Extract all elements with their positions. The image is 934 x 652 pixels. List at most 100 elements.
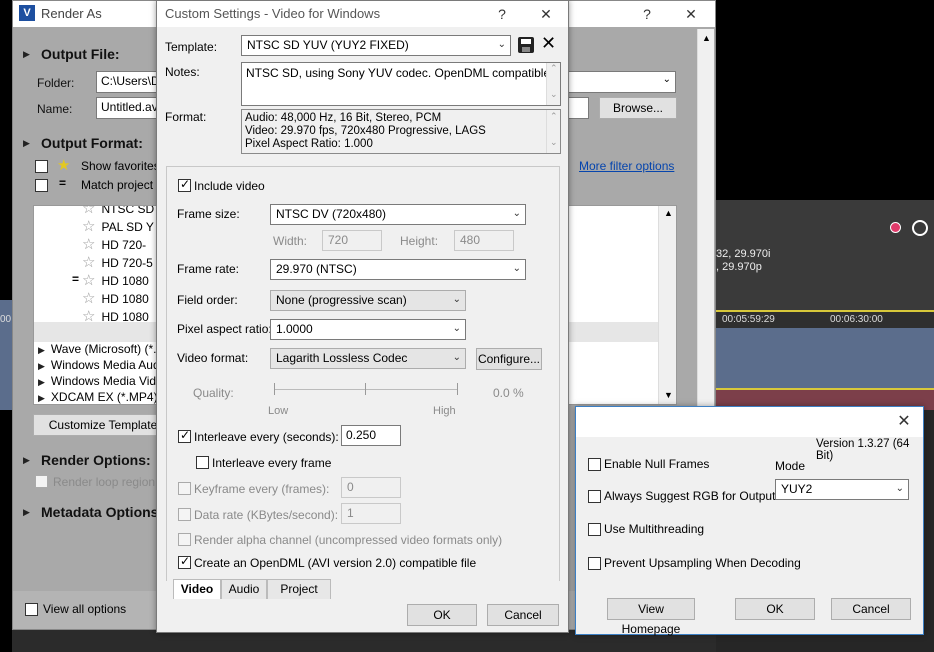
keyframe-input[interactable]: 0 [341,477,401,498]
always-rgb-checkbox[interactable] [588,490,601,503]
cancel-button[interactable]: Cancel [487,604,559,626]
cancel-button[interactable]: Cancel [831,598,911,620]
version-label: Version 1.3.27 (64 Bit) [816,438,910,462]
list-item-label: HD 720- [101,238,147,252]
tab-video[interactable]: Video [173,579,221,599]
render-loop-region-checkbox[interactable] [35,475,48,488]
list-item[interactable]: ☆ HD 720-5 [82,254,153,272]
format-group-item[interactable]: ▶ XDCAM EX (*.MP4) [38,388,158,404]
multithreading-checkbox[interactable] [588,523,601,536]
scroll-up-icon[interactable]: ▲ [702,33,711,43]
format-audio-line: Audio: 48,000 Hz, 16 Bit, Stereo, PCM [245,112,442,124]
list-scrollbar[interactable]: ▲ ▼ [658,206,676,404]
show-favorites-checkbox[interactable] [35,160,48,173]
list-item[interactable]: ☆ NTSC SD [82,206,154,218]
frame-rate-label: Frame rate: [177,262,240,276]
width-input[interactable]: 720 [322,230,382,251]
delete-template-icon[interactable]: ✕ [541,33,556,54]
expand-triangle-icon[interactable]: ▶ [38,361,45,371]
opendml-checkbox[interactable] [178,554,191,569]
expand-triangle-icon[interactable]: ▶ [23,507,30,518]
close-button[interactable]: ✕ [526,3,566,25]
scroll-up-icon[interactable]: ▲ [664,208,673,218]
render-alpha-checkbox[interactable] [178,533,191,546]
browse-button[interactable]: Browse... [599,97,677,119]
view-all-options-checkbox[interactable] [25,603,38,616]
chevron-down-icon: ⌄ [452,352,461,363]
field-order-label: Field order: [177,293,238,307]
chevron-down-icon[interactable]: ⌄ [663,74,671,85]
list-item[interactable]: ☆ HD 1080 [82,290,149,308]
expand-triangle-icon[interactable]: ▶ [38,377,45,387]
interleave-checkbox[interactable] [178,428,191,443]
ok-button[interactable]: OK [735,598,815,620]
expand-triangle-icon[interactable]: ▶ [23,49,30,60]
custom-settings-titlebar: Custom Settings - Video for Windows ? ✕ [157,1,568,27]
scroll-down-icon[interactable]: ▼ [664,390,673,400]
notes-textarea[interactable]: NTSC SD, using Sony YUV codec. OpenDML c… [241,62,561,106]
more-filter-options-link[interactable]: More filter options [579,159,674,173]
data-rate-label: Data rate (KBytes/second): [194,508,339,522]
expand-triangle-icon[interactable]: ▶ [23,455,30,466]
frame-rate-dropdown[interactable]: 29.970 (NTSC) ⌄ [270,259,526,280]
mode-dropdown[interactable]: YUY2 ⌄ [775,479,909,500]
data-rate-input[interactable]: 1 [341,503,401,524]
vegas-app-icon: V [19,5,35,21]
format-scrollbar[interactable]: ⌃ ⌄ [546,110,560,153]
prevent-upsampling-checkbox[interactable] [588,557,601,570]
list-item[interactable]: ☆ PAL SD Y [82,218,154,236]
list-item[interactable]: ☆ HD 1080 [82,272,149,290]
quality-slider[interactable] [274,389,458,390]
expand-triangle-icon[interactable]: ▶ [23,138,30,149]
power-icon[interactable] [912,220,928,236]
notes-scrollbar[interactable]: ⌃ ⌄ [546,63,560,105]
interleave-label: Interleave every (seconds): [194,430,339,444]
keyframe-checkbox[interactable] [178,482,191,495]
help-button[interactable]: ? [482,3,522,25]
template-dropdown[interactable]: NTSC SD YUV (YUY2 FIXED) ⌄ [241,35,511,56]
interleave-input[interactable]: 0.250 [341,425,401,446]
list-item-label: HD 1080 [101,274,149,288]
field-order-dropdown[interactable]: None (progressive scan) ⌄ [270,290,466,311]
ok-button[interactable]: OK [407,604,477,626]
interleave-frame-checkbox[interactable] [196,456,209,469]
star-icon[interactable]: ☆ [82,218,95,235]
height-input[interactable]: 480 [454,230,514,251]
record-icon[interactable] [890,222,901,233]
quality-low-label: Low [268,405,289,417]
enable-null-frames-checkbox[interactable] [588,458,601,471]
render-options-heading: Render Options: [41,452,151,468]
help-button[interactable]: ? [627,3,667,25]
list-item[interactable]: ☆ HD 720- [82,236,146,254]
timeline-ruler[interactable]: 00:05:59:29 00:06:30:00 [716,312,934,328]
close-button[interactable]: ✕ [671,3,711,25]
star-icon[interactable]: ☆ [82,236,95,253]
pixel-aspect-ratio-dropdown[interactable]: 1.0000 ⌄ [270,319,466,340]
view-homepage-button[interactable]: View Homepage [607,598,695,636]
star-icon: ★ [57,157,71,174]
configure-button[interactable]: Configure... [476,348,542,370]
match-project-checkbox[interactable] [35,179,48,192]
video-track[interactable] [716,328,934,390]
include-video-checkbox[interactable] [178,177,191,192]
expand-triangle-icon[interactable]: ▶ [38,393,45,403]
tab-project[interactable]: Project [267,579,331,599]
customize-template-button[interactable]: Customize Template [33,414,173,436]
expand-triangle-icon[interactable]: ▶ [38,345,45,355]
close-button[interactable]: ✕ [888,411,920,433]
data-rate-checkbox[interactable] [178,508,191,521]
format-group-label: Wave (Microsoft) (*. [50,342,157,356]
tab-audio[interactable]: Audio [221,579,267,599]
multithreading-label: Use Multithreading [604,522,705,536]
quality-label: Quality: [193,386,234,400]
frame-size-dropdown[interactable]: NTSC DV (720x480) ⌄ [270,204,526,225]
name-value: Untitled.avi [101,100,161,114]
star-icon[interactable]: ☆ [82,206,95,217]
star-icon[interactable]: ☆ [82,254,95,271]
star-icon[interactable]: ☆ [82,290,95,307]
star-icon[interactable]: ☆ [82,272,95,289]
opendml-label: Create an OpenDML (AVI version 2.0) comp… [194,556,477,570]
video-format-dropdown[interactable]: Lagarith Lossless Codec ⌄ [270,348,466,369]
list-item-label: PAL SD Y [101,220,154,234]
save-template-icon[interactable] [518,37,534,53]
